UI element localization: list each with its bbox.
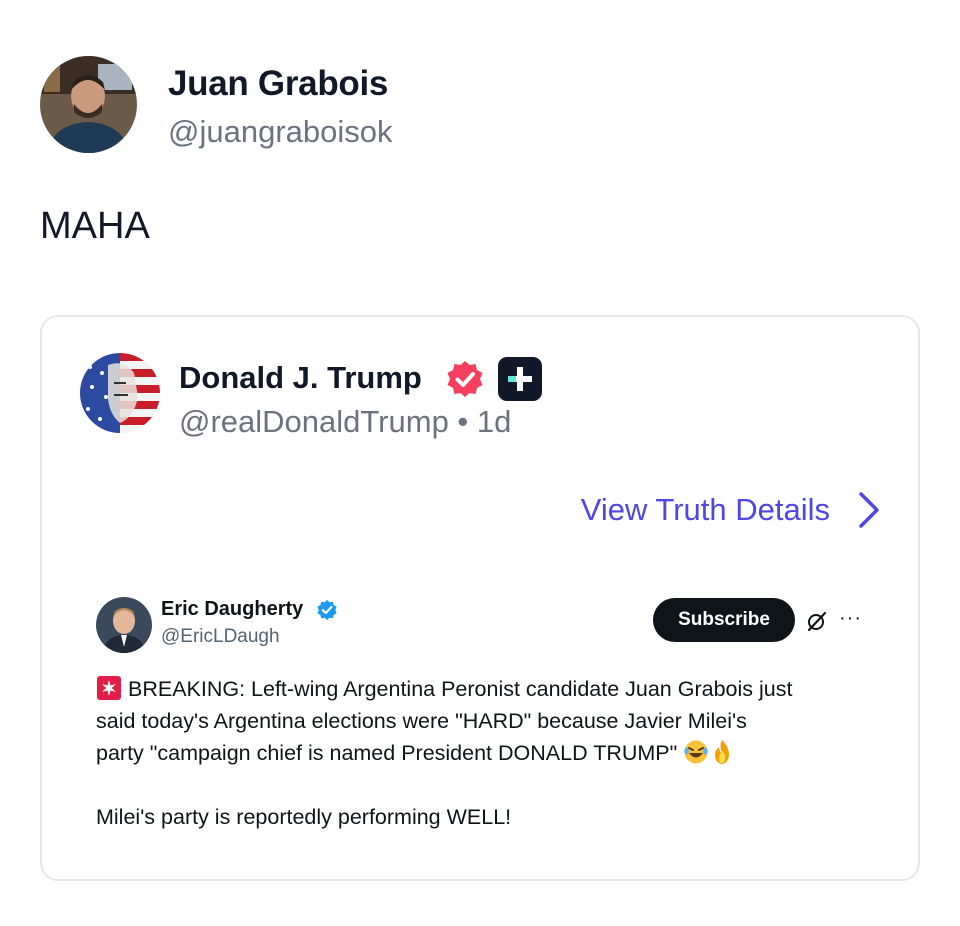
view-truth-details-label[interactable]: View Truth Details xyxy=(581,492,830,528)
subscribe-button: Subscribe xyxy=(653,598,795,642)
verified-icon xyxy=(445,359,485,399)
quoted-truth-card[interactable]: Donald J. Trump @realDonaldTrump • 1d Vi… xyxy=(40,315,920,881)
rofl-emoji xyxy=(684,740,708,764)
eric-handle: @EricLDaugh xyxy=(161,626,280,647)
plus-badge-icon xyxy=(498,357,542,401)
author-avatar[interactable] xyxy=(40,56,137,153)
embedded-post-line-4: Milei's party is reportedly performing W… xyxy=(96,805,512,829)
chevron-right-icon[interactable] xyxy=(856,491,882,529)
grok-icon xyxy=(805,609,829,633)
trump-name[interactable]: Donald J. Trump xyxy=(179,360,422,396)
embedded-post-line-1: BREAKING: Left-wing Argentina Peronist c… xyxy=(127,677,793,701)
trump-handle-timestamp: @realDonaldTrump • 1d xyxy=(179,404,512,439)
more-icon: ··· xyxy=(839,607,862,629)
eric-avatar xyxy=(96,597,152,653)
verified-icon xyxy=(316,599,338,621)
siren-emoji xyxy=(97,676,121,700)
author-name[interactable]: Juan Grabois xyxy=(168,64,388,104)
trump-avatar[interactable] xyxy=(80,353,160,433)
author-handle[interactable]: @juangraboisok xyxy=(168,114,393,150)
embedded-post-text: BREAKING: Left-wing Argentina Peronist c… xyxy=(96,673,876,833)
post-text: MAHA xyxy=(40,205,150,247)
embedded-post-line-2: said today's Argentina elections were "H… xyxy=(96,709,747,733)
embedded-post-line-3: party "campaign chief is named President… xyxy=(96,741,678,765)
eric-name: Eric Daugherty xyxy=(161,598,304,620)
view-truth-details-link[interactable]: View Truth Details xyxy=(581,491,882,529)
fire-emoji xyxy=(715,740,730,764)
